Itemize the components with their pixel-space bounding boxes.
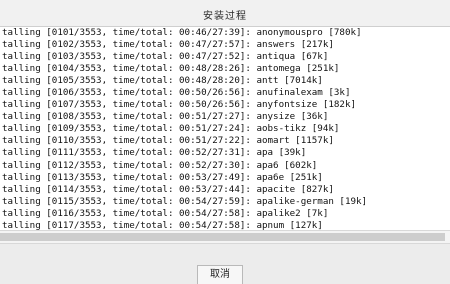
log-line: talling [0105/3553, time/total: 00:48/28…: [2, 75, 323, 87]
log-line: talling [0111/3553, time/total: 00:52/27…: [2, 147, 307, 159]
log-line: talling [0110/3553, time/total: 00:51/27…: [2, 135, 334, 147]
log-line: talling [0103/3553, time/total: 00:47/27…: [2, 51, 329, 63]
log-line: talling [0114/3553, time/total: 00:53/27…: [2, 183, 334, 195]
log-line: talling [0107/3553, time/total: 00:50/26…: [2, 99, 357, 111]
dialog-footer: 取消: [0, 254, 450, 284]
log-line: talling [0115/3553, time/total: 00:54/27…: [2, 195, 368, 207]
log-line: talling [0113/3553, time/total: 00:53/27…: [2, 171, 323, 183]
log-line: talling [0101/3553, time/total: 00:46/27…: [2, 27, 362, 38]
cancel-button[interactable]: 取消: [197, 265, 243, 284]
log-line: talling [0106/3553, time/total: 00:50/26…: [2, 87, 351, 99]
window-title: 安装过程: [203, 11, 247, 22]
log-line: talling [0109/3553, time/total: 00:51/27…: [2, 123, 340, 135]
title-bar[interactable]: 安装过程: [0, 0, 450, 27]
log-line: talling [0117/3553, time/total: 00:54/27…: [2, 219, 323, 230]
horizontal-scrollbar[interactable]: [0, 230, 450, 244]
install-progress-window: 安装过程 talling [0101/3553, time/total: 00:…: [0, 0, 450, 284]
log-line: talling [0108/3553, time/total: 00:51/27…: [2, 111, 329, 123]
scrollbar-thumb[interactable]: [0, 233, 445, 241]
install-log-output[interactable]: talling [0101/3553, time/total: 00:46/27…: [0, 27, 450, 230]
log-line: talling [0102/3553, time/total: 00:47/27…: [2, 39, 334, 51]
log-line: talling [0104/3553, time/total: 00:48/28…: [2, 63, 340, 75]
log-line: talling [0116/3553, time/total: 00:54/27…: [2, 207, 329, 219]
log-line: talling [0112/3553, time/total: 00:52/27…: [2, 159, 318, 171]
